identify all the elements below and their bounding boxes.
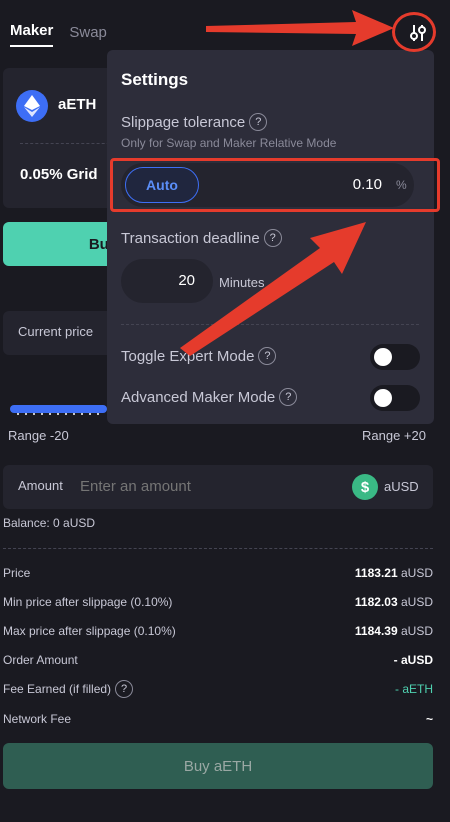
slippage-label: Slippage tolerance xyxy=(121,113,246,131)
fee-earned-row: Fee Earned (if filled)? - aETH xyxy=(3,680,433,698)
max-price-unit: aUSD xyxy=(400,624,433,638)
fee-earned-label: Fee Earned (if filled) xyxy=(3,682,112,696)
fee-earned-label-wrap: Fee Earned (if filled)? xyxy=(3,680,134,698)
settings-title: Settings xyxy=(121,70,189,89)
order-amount-label: Order Amount xyxy=(3,653,78,667)
price-number: 1183.21 xyxy=(354,566,398,580)
tab-maker[interactable]: Maker xyxy=(10,22,54,47)
advanced-maker-label: Advanced Maker Mode xyxy=(121,388,276,406)
section-divider xyxy=(3,548,433,549)
max-price-value: 1184.39 aUSD xyxy=(355,624,433,638)
max-price-number: 1184.39 xyxy=(354,624,398,638)
range-slider[interactable] xyxy=(10,405,107,415)
amount-label: Amount xyxy=(18,478,63,493)
min-price-value: 1182.03 aUSD xyxy=(355,595,433,609)
card-divider xyxy=(20,143,120,144)
advanced-maker-toggle[interactable] xyxy=(370,385,420,411)
price-label: Price xyxy=(3,566,31,580)
ausd-icon: $ xyxy=(352,474,378,500)
mode-tabs: Maker Swap xyxy=(10,22,107,47)
price-unit: aUSD xyxy=(400,566,433,580)
min-price-number: 1182.03 xyxy=(354,595,398,609)
min-price-row: Min price after slippage (0.10%) 1182.03… xyxy=(3,595,433,609)
network-fee-value: ~ xyxy=(425,712,433,726)
order-amount-value: - aUSD xyxy=(393,653,433,667)
slider-dots xyxy=(17,413,99,415)
price-value: 1183.21 aUSD xyxy=(355,566,433,580)
balance-text: Balance: 0 aUSD xyxy=(3,516,96,530)
help-icon[interactable]: ? xyxy=(115,680,134,698)
toggle-knob xyxy=(374,389,392,407)
highlight-circle xyxy=(392,12,436,52)
advanced-maker-label-wrap: Advanced Maker Mode ? xyxy=(121,388,298,406)
toggle-knob xyxy=(374,348,392,366)
eth-icon xyxy=(16,90,48,122)
price-row: Price 1183.21 aUSD xyxy=(3,566,433,580)
arrow-annotation xyxy=(180,222,366,356)
min-price-unit: aUSD xyxy=(400,595,433,609)
max-price-row: Max price after slippage (0.10%) 1184.39… xyxy=(3,624,433,638)
current-price-label: Current price xyxy=(18,324,94,339)
amount-token-label[interactable]: aUSD xyxy=(384,479,419,494)
range-high-label: Range +20 xyxy=(362,428,426,443)
buy-button[interactable]: Buy aETH xyxy=(3,743,433,789)
grid-label[interactable]: 0.05% Grid xyxy=(20,166,98,183)
amount-input[interactable] xyxy=(80,478,320,495)
min-price-label: Min price after slippage (0.10%) xyxy=(3,595,173,609)
network-fee-label: Network Fee xyxy=(3,712,72,726)
arrow-annotation xyxy=(206,10,394,46)
network-fee-row: Network Fee ~ xyxy=(3,712,433,726)
expert-mode-toggle[interactable] xyxy=(370,344,420,370)
fee-earned-value: - aETH xyxy=(394,682,433,696)
max-price-label: Max price after slippage (0.10%) xyxy=(3,624,176,638)
range-low-label: Range -20 xyxy=(8,428,69,443)
token-name: aETH xyxy=(58,96,97,113)
slippage-subtext: Only for Swap and Maker Relative Mode xyxy=(121,136,337,150)
tab-swap[interactable]: Swap xyxy=(69,24,107,47)
slippage-label-wrap: Slippage tolerance ? xyxy=(121,113,268,131)
order-amount-row: Order Amount - aUSD xyxy=(3,653,433,667)
help-icon[interactable]: ? xyxy=(249,113,268,131)
help-icon[interactable]: ? xyxy=(279,388,298,406)
highlight-box xyxy=(110,158,440,212)
